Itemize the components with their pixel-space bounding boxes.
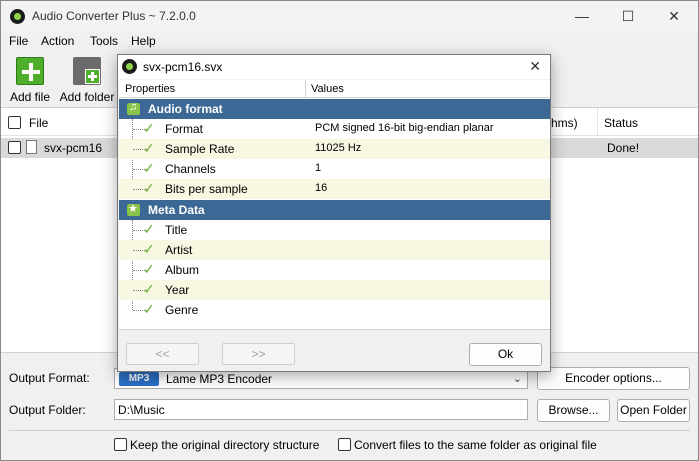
close-button[interactable]: ✕ (651, 1, 697, 32)
add-file-label: Add file (9, 90, 51, 104)
column-separator (597, 108, 598, 136)
keep-structure-label[interactable]: Keep the original directory structure (130, 438, 319, 452)
property-name: Genre (165, 303, 199, 317)
property-row[interactable]: ✓ Album (119, 260, 550, 280)
add-folder-button[interactable]: Add folder (59, 57, 115, 104)
column-file[interactable]: File (29, 116, 48, 130)
column-status[interactable]: Status (604, 116, 638, 130)
property-name: Album (165, 263, 200, 277)
add-folder-label: Add folder (59, 90, 115, 104)
previous-button[interactable]: << (126, 343, 199, 365)
output-folder-input[interactable]: D:\Music (114, 399, 528, 420)
property-row[interactable]: ✓ Channels 1 (119, 159, 550, 179)
row-file-name: svx-pcm16 (44, 141, 103, 155)
title-bar: Audio Converter Plus ~ 7.2.0.0 — ☐ ✕ (1, 1, 698, 32)
checkmark-icon: ✓ (143, 301, 155, 317)
property-grid[interactable]: Properties Values Audio format ✓ Format … (119, 80, 550, 330)
category-label: Meta Data (148, 203, 205, 217)
property-row[interactable]: ✓ Format PCM signed 16-bit big-endian pl… (119, 119, 550, 139)
property-row[interactable]: ✓ Bits per sample 16 (119, 179, 550, 199)
category-meta-data[interactable]: Meta Data (119, 200, 550, 220)
properties-dialog: svx-pcm16.svx ✕ Properties Values Audio … (117, 54, 551, 372)
menu-tools[interactable]: Tools (90, 34, 118, 48)
checkmark-icon: ✓ (143, 281, 155, 297)
property-name: Channels (165, 162, 216, 176)
property-value: PCM signed 16-bit big-endian planar (315, 122, 494, 134)
checkmark-icon: ✓ (143, 120, 155, 136)
music-icon (127, 101, 140, 115)
next-button[interactable]: >> (222, 343, 295, 365)
property-name: Format (165, 122, 204, 136)
open-folder-button[interactable]: Open Folder (617, 399, 690, 422)
minimize-button[interactable]: — (559, 1, 605, 32)
column-separator (305, 80, 306, 98)
property-row[interactable]: ✓ Genre (119, 300, 550, 320)
add-file-icon (16, 57, 44, 85)
property-value: 16 (315, 182, 328, 194)
output-folder-label: Output Folder: (9, 403, 86, 417)
property-grid-header: Properties Values (119, 80, 550, 98)
star-icon (127, 202, 140, 216)
property-name: Sample Rate (165, 142, 235, 156)
column-values: Values (311, 83, 344, 95)
category-label: Audio format (148, 102, 223, 116)
menu-help[interactable]: Help (131, 34, 156, 48)
browse-button[interactable]: Browse... (537, 399, 610, 422)
dialog-close-icon[interactable]: ✕ (529, 58, 541, 75)
property-value: 1 (315, 162, 322, 174)
output-format-value: Lame MP3 Encoder (166, 372, 273, 386)
app-logo-icon (122, 59, 137, 74)
same-folder-label[interactable]: Convert files to the same folder as orig… (354, 438, 597, 452)
checkmark-icon: ✓ (143, 160, 155, 176)
checkmark-icon: ✓ (143, 140, 155, 156)
mp3-format-badge: MP3 (119, 372, 159, 386)
property-row[interactable]: ✓ Year (119, 280, 550, 300)
property-row[interactable]: ✓ Sample Rate 11025 Hz (119, 139, 550, 159)
property-row[interactable]: ✓ Artist (119, 240, 550, 260)
property-value: 11025 Hz (315, 142, 362, 154)
menu-bar: File Action Tools Help (1, 32, 698, 52)
column-duration[interactable]: hms) (551, 116, 578, 130)
file-icon (26, 140, 37, 154)
maximize-button[interactable]: ☐ (605, 1, 651, 32)
ok-button[interactable]: Ok (469, 343, 542, 366)
property-name: Bits per sample (165, 182, 248, 196)
divider (9, 430, 690, 431)
add-folder-icon (73, 57, 101, 85)
app-logo-icon (10, 9, 25, 24)
checkmark-icon: ✓ (143, 261, 155, 277)
keep-structure-checkbox[interactable] (114, 438, 127, 451)
encoder-options-button[interactable]: Encoder options... (537, 367, 690, 390)
column-properties: Properties (125, 83, 176, 95)
property-name: Title (165, 223, 188, 237)
chevron-down-icon: ⌄ (512, 373, 522, 385)
add-file-button[interactable]: Add file (9, 57, 51, 104)
select-all-checkbox[interactable] (8, 116, 21, 129)
output-format-label: Output Format: (9, 371, 90, 385)
row-status: Done! (607, 141, 640, 155)
checkmark-icon: ✓ (143, 180, 155, 196)
dialog-title-bar: svx-pcm16.svx ✕ (118, 55, 550, 79)
checkmark-icon: ✓ (143, 221, 155, 237)
dialog-title: svx-pcm16.svx (143, 60, 223, 74)
category-audio-format[interactable]: Audio format (119, 99, 550, 119)
output-folder-value: D:\Music (118, 403, 165, 417)
menu-action[interactable]: Action (41, 34, 74, 48)
checkmark-icon: ✓ (143, 241, 155, 257)
same-folder-checkbox[interactable] (338, 438, 351, 451)
menu-file[interactable]: File (9, 34, 28, 48)
property-name: Artist (165, 243, 193, 257)
window-title: Audio Converter Plus ~ 7.2.0.0 (32, 9, 196, 23)
property-name: Year (165, 283, 190, 297)
property-row[interactable]: ✓ Title (119, 220, 550, 240)
row-checkbox[interactable] (8, 141, 21, 154)
